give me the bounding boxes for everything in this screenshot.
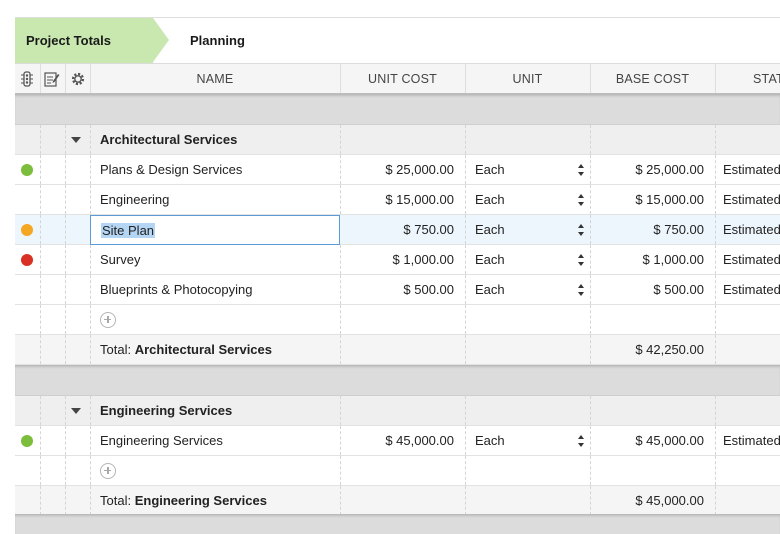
group-total-row: Total: Architectural Services $ 42,250.0… [15, 335, 780, 365]
total-group-name: Architectural Services [134, 342, 272, 357]
item-base-cost: $ 750.00 [653, 222, 704, 237]
item-unit-cost[interactable]: $ 15,000.00 [340, 185, 465, 214]
total-prefix: Total: [100, 493, 132, 508]
item-base-cost: $ 500.00 [653, 282, 704, 297]
item-name[interactable]: Plans & Design Services [90, 155, 340, 184]
item-unit: Each [475, 192, 505, 207]
tab-bar: Project Totals Planning [15, 18, 780, 64]
plus-circle-icon[interactable] [100, 311, 116, 328]
stepper-icon[interactable] [577, 283, 585, 297]
tab-planning[interactable]: Planning [190, 18, 245, 63]
item-unit-cost[interactable]: $ 500.00 [340, 275, 465, 304]
total-group-name: Engineering Services [134, 493, 267, 508]
table-row[interactable]: Survey $ 1,000.00 Each $ 1,000.00 Estima… [15, 245, 780, 275]
item-unit-select[interactable]: Each [465, 245, 590, 274]
item-unit-select[interactable]: Each [465, 185, 590, 214]
item-unit: Each [475, 252, 505, 267]
group-separator [15, 365, 780, 396]
column-unit[interactable]: UNIT [465, 64, 590, 93]
item-base-cost: $ 1,000.00 [642, 252, 704, 267]
group-separator [15, 514, 780, 534]
table-row[interactable]: Plans & Design Services $ 25,000.00 Each… [15, 155, 780, 185]
column-base-cost[interactable]: BASE COST [590, 64, 715, 93]
add-item-row [15, 305, 780, 335]
stepper-icon[interactable] [577, 253, 585, 267]
item-name[interactable]: Engineering [90, 185, 340, 214]
note-edit-icon[interactable] [44, 71, 60, 87]
tab-project-totals-label: Project Totals [26, 33, 112, 48]
column-name[interactable]: NAME [90, 64, 340, 93]
item-unit-cost[interactable]: $ 45,000.00 [340, 426, 465, 455]
item-unit: Each [475, 282, 505, 297]
column-status[interactable]: STATUS [753, 64, 780, 93]
item-unit-cost[interactable]: $ 1,000.00 [340, 245, 465, 274]
item-status[interactable]: Estimated [715, 185, 780, 214]
item-unit-select[interactable]: Each [465, 155, 590, 184]
stepper-icon[interactable] [577, 193, 585, 207]
total-value: $ 45,000.00 [635, 493, 704, 508]
stepper-icon[interactable] [577, 223, 585, 237]
add-item-row [15, 456, 780, 486]
status-dot [15, 155, 40, 184]
table-row[interactable]: Blueprints & Photocopying $ 500.00 Each … [15, 275, 780, 305]
item-unit-cost[interactable]: $ 750.00 [340, 215, 465, 244]
status-dot [15, 215, 40, 244]
column-unit-cost[interactable]: UNIT COST [340, 64, 465, 93]
status-dot [15, 426, 40, 455]
item-status[interactable]: Estimated [715, 245, 780, 274]
item-status[interactable]: Estimated [715, 215, 780, 244]
add-item-button[interactable] [90, 305, 340, 334]
item-status[interactable]: Estimated [715, 275, 780, 304]
collapse-triangle-icon[interactable] [65, 396, 90, 425]
status-dot [15, 245, 40, 274]
item-unit-select[interactable]: Each [465, 275, 590, 304]
group-header-row[interactable]: Engineering Services [15, 396, 780, 426]
total-label: Total: Architectural Services [90, 335, 340, 364]
item-status[interactable]: Estimated [715, 426, 780, 455]
tab-project-totals[interactable]: Project Totals [15, 18, 153, 63]
item-base-cost: $ 25,000.00 [635, 162, 704, 177]
stepper-icon[interactable] [577, 163, 585, 177]
gear-icon[interactable] [70, 71, 85, 87]
group-title: Engineering Services [100, 403, 233, 418]
group-header-row[interactable]: Architectural Services [15, 125, 780, 155]
add-item-button[interactable] [90, 456, 340, 485]
table-row[interactable]: Engineering Services $ 45,000.00 Each $ … [15, 426, 780, 456]
total-value: $ 42,250.00 [635, 342, 704, 357]
item-base-cost: $ 45,000.00 [635, 433, 704, 448]
item-unit-select[interactable]: Each [465, 426, 590, 455]
item-unit: Each [475, 222, 505, 237]
plus-circle-icon[interactable] [100, 462, 116, 479]
item-name-selected-text: Site Plan [101, 222, 156, 238]
item-name[interactable]: Survey [90, 245, 340, 274]
column-header-row: NAME UNIT COST UNIT BASE COST STATUS [15, 64, 780, 94]
item-name[interactable]: Blueprints & Photocopying [90, 275, 340, 304]
item-name-edit-field[interactable]: Site Plan [90, 215, 340, 245]
table-row-selected[interactable]: Site Plan $ 750.00 Each $ 750.00 Estimat… [15, 215, 780, 245]
item-unit-cost[interactable]: $ 25,000.00 [340, 155, 465, 184]
item-name[interactable]: Engineering Services [90, 426, 340, 455]
item-unit-select[interactable]: Each [465, 215, 590, 244]
stepper-icon[interactable] [577, 434, 585, 448]
group-separator [15, 94, 780, 125]
collapse-triangle-icon[interactable] [65, 125, 90, 154]
total-label: Total: Engineering Services [90, 486, 340, 515]
item-status[interactable]: Estimated [715, 155, 780, 184]
cost-grid: NAME UNIT COST UNIT BASE COST STATUS Arc… [15, 64, 780, 516]
item-unit: Each [475, 433, 505, 448]
tab-arrow [153, 18, 169, 62]
group-total-row: Total: Engineering Services $ 45,000.00 [15, 486, 780, 516]
item-unit: Each [475, 162, 505, 177]
item-base-cost: $ 15,000.00 [635, 192, 704, 207]
table-row[interactable]: Engineering $ 15,000.00 Each $ 15,000.00… [15, 185, 780, 215]
traffic-light-icon[interactable] [20, 71, 34, 87]
total-prefix: Total: [100, 342, 132, 357]
group-title: Architectural Services [100, 132, 238, 147]
